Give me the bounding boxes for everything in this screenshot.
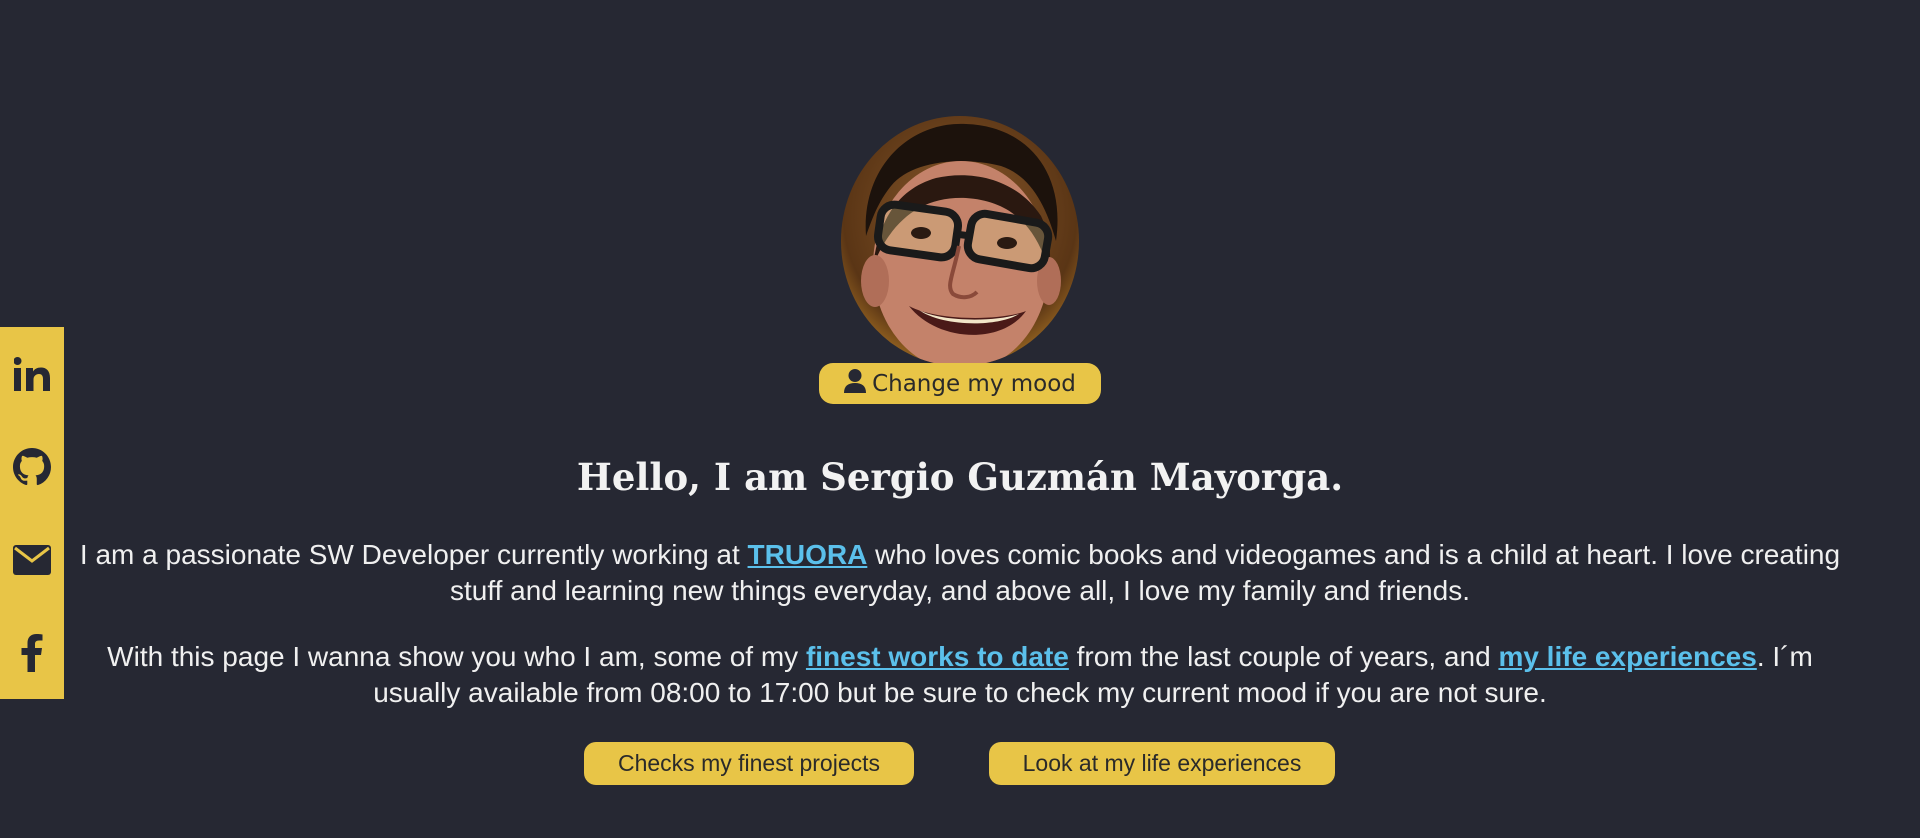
purpose-text-2: from the last couple of years, and xyxy=(1068,641,1499,672)
profile-photo xyxy=(841,116,1079,366)
finest-projects-button[interactable]: Checks my finest projects xyxy=(584,742,914,785)
life-experiences-link[interactable]: my life experiences xyxy=(1498,641,1756,672)
user-icon xyxy=(844,368,867,399)
facebook-icon xyxy=(21,633,43,672)
social-link-facebook[interactable] xyxy=(0,606,64,699)
page-purpose-paragraph: With this page I wanna show you who I am… xyxy=(70,639,1850,711)
page: Change my mood Hello, I am Sergio Guzmán… xyxy=(0,0,1920,838)
life-experiences-button[interactable]: Look at my life experiences xyxy=(989,742,1335,785)
truora-link[interactable]: TRUORA xyxy=(748,539,868,570)
social-link-email[interactable] xyxy=(0,513,64,606)
social-sidebar xyxy=(0,327,64,699)
intro-text-1: I am a passionate SW Developer currently… xyxy=(79,539,748,570)
intro-paragraph: I am a passionate SW Developer currently… xyxy=(70,537,1850,609)
page-title: Hello, I am Sergio Guzmán Mayorga. xyxy=(576,455,1344,499)
purpose-text-1: With this page I wanna show you who I am… xyxy=(107,641,806,672)
envelope-icon xyxy=(13,544,51,575)
social-link-linkedin[interactable] xyxy=(0,327,64,420)
change-mood-label: Change my mood xyxy=(872,370,1076,397)
linkedin-icon xyxy=(14,356,50,391)
change-mood-button[interactable]: Change my mood xyxy=(819,363,1101,404)
finest-works-link[interactable]: finest works to date xyxy=(806,641,1069,672)
